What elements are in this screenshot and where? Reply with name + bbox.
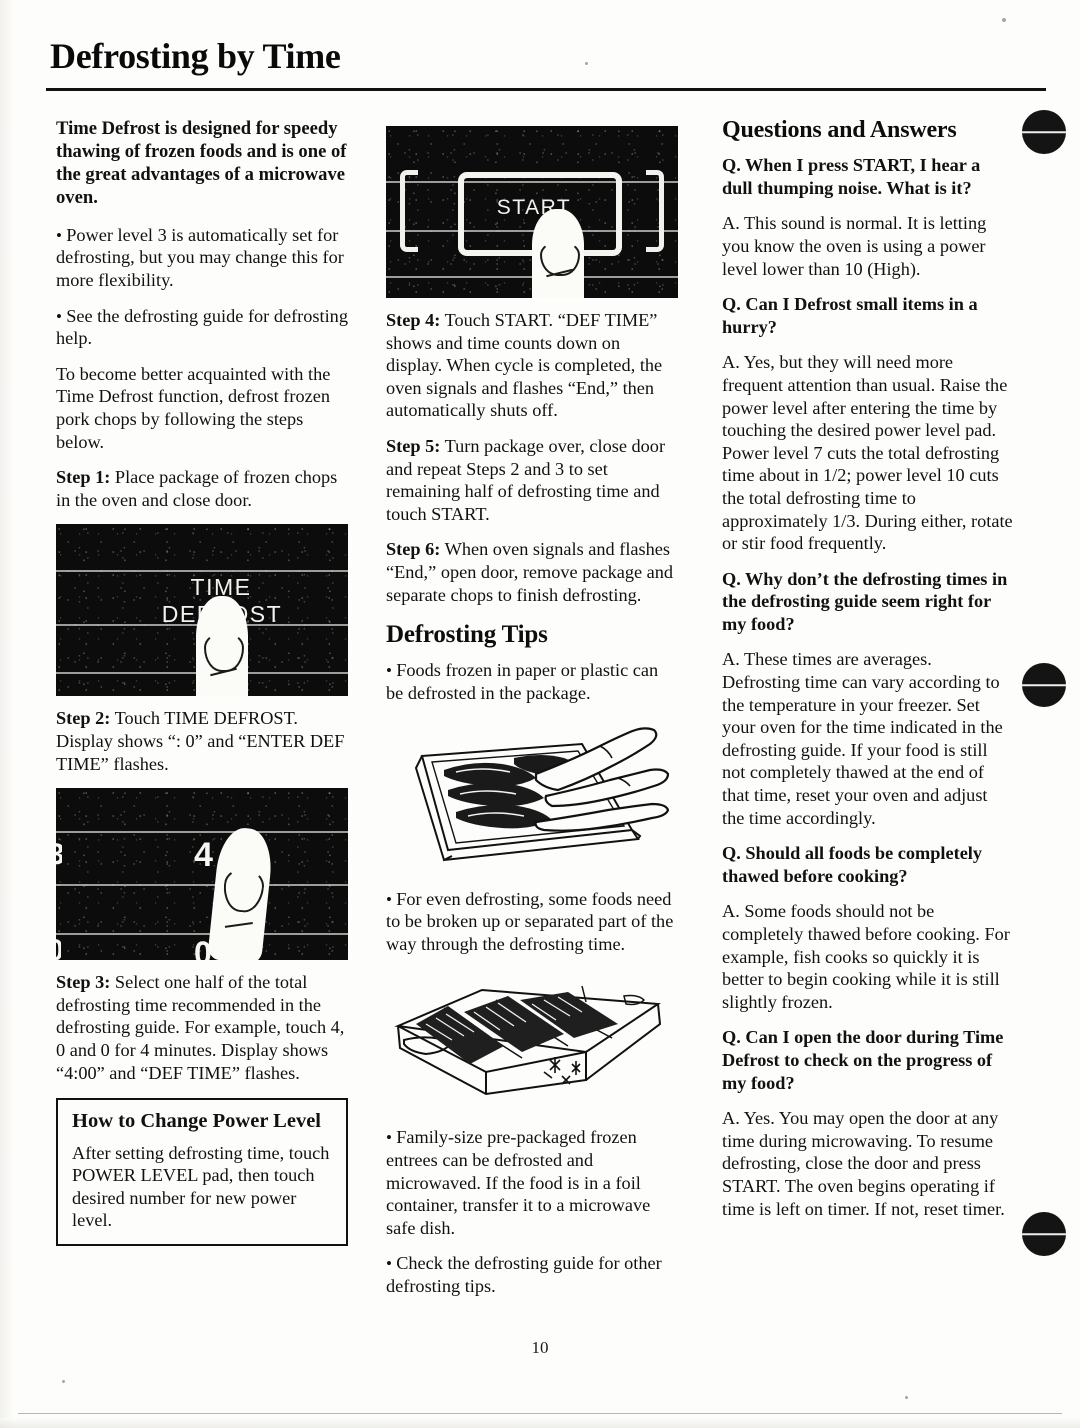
finger-illustration xyxy=(532,209,584,298)
tip-check-guide: • Check the defrosting guide for other d… xyxy=(386,1252,678,1297)
step-3-label: Step 3: xyxy=(56,972,111,993)
answer-2: A. Yes, but they will need more frequent… xyxy=(722,352,1013,554)
scan-speck xyxy=(62,1380,65,1383)
question-4: Q. Should all foods be completely thawed… xyxy=(722,843,983,886)
callout-body: After setting defrosting time, touch POW… xyxy=(72,1142,330,1231)
defrosting-tips-heading: Defrosting Tips xyxy=(386,621,548,649)
scan-speck xyxy=(585,62,588,65)
answer-1: A. This sound is normal. It is letting y… xyxy=(722,213,987,279)
bullet-dot-icon: • xyxy=(386,1128,397,1148)
panel-bracket-left-icon xyxy=(400,170,418,252)
binding-hole-icon xyxy=(1022,663,1066,707)
bullet-dot-icon: • xyxy=(386,889,397,909)
scan-speck xyxy=(1002,18,1006,22)
step-4-label: Step 4: xyxy=(386,310,441,330)
photo-time-defrost-pad: TIME DEFROST xyxy=(56,524,348,697)
question-5: Q. Can I open the door during Time Defro… xyxy=(722,1027,1004,1093)
panel-divider-line xyxy=(56,884,348,886)
page-bottom-rule xyxy=(18,1413,1062,1414)
intro-paragraph: To become better acquainted with the Tim… xyxy=(56,363,331,452)
fingernail-outline xyxy=(220,866,267,915)
callout-change-power-level: How to Change Power Level After setting … xyxy=(56,1098,348,1247)
step-1-label: Step 1: xyxy=(56,467,111,488)
page-number: 10 xyxy=(531,1338,549,1357)
finger-illustration xyxy=(196,596,248,697)
illustration-separating-chops xyxy=(414,726,670,861)
bullet-dot-icon: • xyxy=(56,225,67,245)
bullet-dot-icon: • xyxy=(56,306,67,326)
finger-illustration xyxy=(207,825,275,961)
step-6-label: Step 6: xyxy=(386,539,441,560)
panel-divider-line xyxy=(56,570,348,572)
scan-edge-artifact-bottom xyxy=(0,1418,1080,1428)
binding-hole-icon xyxy=(1022,1212,1066,1256)
illustration-frozen-entree-tray xyxy=(394,986,662,1096)
tip-text: For even defrosting, some foods need to … xyxy=(386,888,674,954)
step-4: Step 4: Touch START. “DEF TIME” shows an… xyxy=(386,309,678,422)
tip-text: Foods frozen in paper or plastic can be … xyxy=(386,660,659,703)
question-3: Q. Why don’t the defrosting times in the… xyxy=(722,568,1008,634)
title-underline-rule xyxy=(46,88,1046,91)
left-column: Time Defrost is designed for speedy thaw… xyxy=(56,118,348,1247)
page-title: Defrosting by Time xyxy=(50,36,341,76)
fingernail-outline xyxy=(204,632,244,673)
photo-number-keypad: 3 0 4 0 xyxy=(56,788,348,961)
bullet-text: Power level 3 is automatically set for d… xyxy=(56,224,344,290)
binding-hole-icon xyxy=(1022,110,1066,154)
bullet-power-level: • Power level 3 is automatically set for… xyxy=(56,224,348,292)
step-5-label: Step 5: xyxy=(386,435,441,456)
bullet-dot-icon: • xyxy=(386,661,397,681)
panel-divider-line xyxy=(56,831,348,833)
intro-lead: Time Defrost is designed for speedy thaw… xyxy=(56,118,347,208)
question-1: Q. When I press START, I hear a dull thu… xyxy=(722,155,981,198)
step-3: Step 3: Select one half of the total def… xyxy=(56,971,348,1084)
step-6: Step 6: When oven signals and flashes “E… xyxy=(386,538,678,606)
step-5: Step 5: Turn package over, close door an… xyxy=(386,435,678,525)
answer-4: A. Some foods should not be completely t… xyxy=(722,901,1010,1012)
frost-marks xyxy=(543,1057,581,1085)
photo-start-pad: START xyxy=(386,126,678,298)
keypad-digit-partial-0-left: 0 xyxy=(56,934,61,960)
questions-and-answers-heading: Questions and Answers xyxy=(722,117,957,143)
panel-bracket-right-icon xyxy=(646,170,664,252)
scan-edge-artifact xyxy=(0,0,14,1428)
tip-text: Check the defrosting guide for other def… xyxy=(386,1253,662,1296)
answer-5: A. Yes. You may open the door at any tim… xyxy=(722,1108,1005,1219)
answer-3: A. These times are averages. Defrosting … xyxy=(722,649,1003,828)
bullet-text: See the defrosting guide for defrosting … xyxy=(56,305,348,349)
finger-crease-line xyxy=(224,922,253,929)
tip-family-size-entree: • Family-size pre-packaged frozen entree… xyxy=(386,1126,678,1239)
bullet-defrosting-guide: • See the defrosting guide for defrostin… xyxy=(56,305,348,350)
document-page: Defrosting by Time Time Defrost is desig… xyxy=(0,0,1080,1428)
question-2: Q. Can I Defrost small items in a hurry? xyxy=(722,294,978,337)
keypad-digit-4: 4 xyxy=(194,836,213,875)
tip-paper-plastic: • Foods frozen in paper or plastic can b… xyxy=(386,659,678,704)
step-1: Step 1: Place package of frozen chops in… xyxy=(56,466,348,511)
tip-even-defrosting: • For even defrosting, some foods need t… xyxy=(386,888,678,956)
bullet-dot-icon: • xyxy=(386,1254,397,1274)
step-2: Step 2: Touch TIME DEFROST. Display show… xyxy=(56,707,348,775)
step-2-label: Step 2: xyxy=(56,708,111,729)
callout-title: How to Change Power Level xyxy=(72,1110,322,1133)
middle-column: START Step 4: Touch START. “DEF TIME” sh… xyxy=(386,118,678,1311)
right-column: Questions and Answers Q. When I press ST… xyxy=(722,117,1014,1233)
tip-text: Family-size pre-packaged frozen entrees … xyxy=(386,1127,651,1238)
scan-speck xyxy=(905,1396,908,1399)
keypad-digit-partial-3: 3 xyxy=(56,838,62,872)
